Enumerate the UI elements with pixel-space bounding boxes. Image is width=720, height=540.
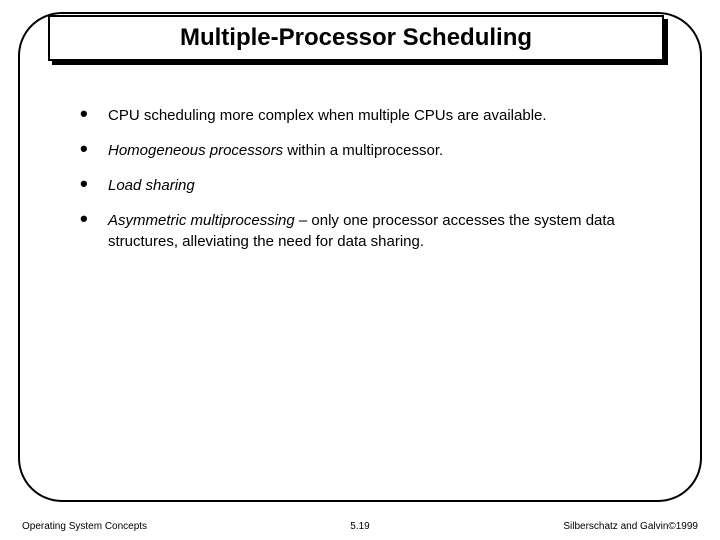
slide-content: • CPU scheduling more complex when multi… (80, 105, 660, 266)
bullet-text: Homogeneous processors within a multipro… (108, 140, 660, 161)
bullet-text-span: CPU scheduling more complex when multipl… (108, 107, 547, 124)
footer-left: Operating System Concepts (22, 521, 147, 532)
bullet-text-italic: Homogeneous processors (108, 142, 283, 159)
bullet-text: Asymmetric multiprocessing – only one pr… (108, 210, 660, 252)
bullet-item: • Asymmetric multiprocessing – only one … (80, 210, 660, 252)
bullet-dot-icon: • (80, 140, 108, 158)
bullet-text-span: within a multiprocessor. (283, 142, 443, 159)
slide-footer: 5.19 Operating System Concepts Silbersch… (0, 521, 720, 532)
bullet-dot-icon: • (80, 210, 108, 228)
bullet-text-italic: Asymmetric multiprocessing (108, 212, 295, 229)
bullet-dot-icon: • (80, 175, 108, 193)
bullet-text: Load sharing (108, 175, 660, 196)
bullet-text: CPU scheduling more complex when multipl… (108, 105, 660, 126)
slide-title: Multiple-Processor Scheduling (180, 24, 532, 52)
bullet-item: • CPU scheduling more complex when multi… (80, 105, 660, 126)
bullet-text-italic: Load sharing (108, 177, 195, 194)
bullet-item: • Homogeneous processors within a multip… (80, 140, 660, 161)
title-box: Multiple-Processor Scheduling (48, 15, 664, 61)
footer-right: Silberschatz and Galvin©1999 (563, 521, 698, 532)
bullet-item: • Load sharing (80, 175, 660, 196)
bullet-dot-icon: • (80, 105, 108, 123)
